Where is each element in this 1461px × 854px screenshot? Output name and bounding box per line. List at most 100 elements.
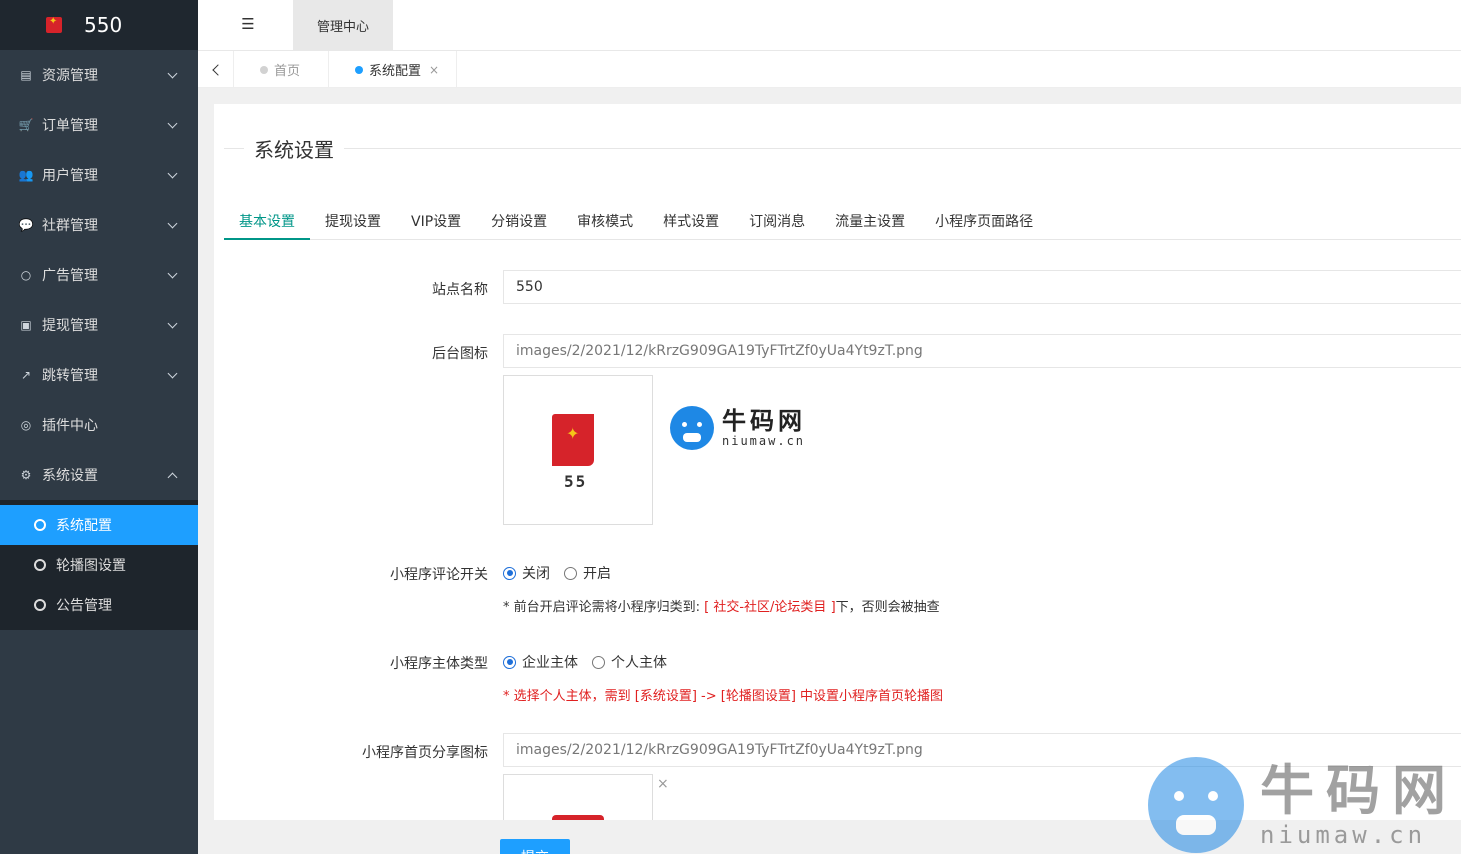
sidebar-item-label: 系统设置 xyxy=(42,468,98,484)
comment-switch-label: 小程序评论开关 xyxy=(390,567,488,583)
chevron-down-icon xyxy=(168,320,178,330)
logo-image xyxy=(552,414,594,466)
share-icon-label: 小程序首页分享图标 xyxy=(362,745,488,761)
entity-type-radios: 企业主体 个人主体 xyxy=(503,652,667,672)
tab-settings-2[interactable]: VIP设置 xyxy=(396,208,476,240)
circle-icon: ○ xyxy=(20,268,32,282)
hint-suffix: 下，否则会被抽查 xyxy=(835,600,940,615)
sidebar-item-label: 跳转管理 xyxy=(42,368,98,384)
radio-circle xyxy=(564,566,577,580)
sidebar-item-1[interactable]: 🛒 订单管理 xyxy=(0,100,198,150)
chevron-up-icon xyxy=(168,470,178,480)
logo[interactable]: 550 xyxy=(0,0,198,50)
page-tab-label: 系统配置 xyxy=(369,64,422,79)
page-tabs-bar: 首页 系统配置 × xyxy=(198,51,1461,88)
sidebar-item-2[interactable]: 👥 用户管理 xyxy=(0,150,198,200)
share-icon: ↗ xyxy=(20,368,32,382)
admin-icon-input[interactable]: images/2/2021/12/kRrzG909GA19TyFTrtZf0yU… xyxy=(503,334,1461,368)
submit-button[interactable]: 提交 xyxy=(500,839,570,854)
top-header: ☰ 管理中心 xyxy=(198,0,1461,51)
chevron-down-icon xyxy=(168,120,178,130)
settings-tabs: 基本设置 提现设置 VIP设置 分销设置 审核模式 样式设置 订阅消息 流量主设置 小程序页面路… xyxy=(224,208,1461,240)
entity-company-radio[interactable]: 企业主体 xyxy=(503,652,578,672)
sidebar-item-label: 订单管理 xyxy=(42,118,98,134)
entity-personal-radio[interactable]: 个人主体 xyxy=(592,652,667,672)
sidebar-item-label: 用户管理 xyxy=(42,168,98,184)
radio-circle xyxy=(503,566,516,580)
radio-label: 开启 xyxy=(583,566,611,582)
radio-circle xyxy=(503,655,516,669)
brand-title: 550 xyxy=(84,13,123,37)
radio-label: 企业主体 xyxy=(522,655,578,671)
logo-caption: 55 xyxy=(564,472,588,491)
tabs-scroll-left-button[interactable] xyxy=(198,51,234,88)
tab-dot-icon xyxy=(355,65,363,74)
comment-switch-hint: * 前台开启评论需将小程序归类到: [ 社交-社区/论坛类目 ]下，否则会被抽查 xyxy=(503,596,940,615)
sidebar-item-label: 广告管理 xyxy=(42,268,98,284)
sidebar-item-5[interactable]: ▣ 提现管理 xyxy=(0,300,198,350)
page-tab-label: 首页 xyxy=(274,64,301,79)
sidebar-item-6[interactable]: ↗ 跳转管理 xyxy=(0,350,198,400)
comment-off-radio[interactable]: 关闭 xyxy=(503,563,550,583)
sidebar-subnav: 系统配置轮播图设置公告管理 xyxy=(0,500,198,630)
close-tab-icon[interactable]: × xyxy=(429,63,439,77)
site-name-input[interactable]: 550 xyxy=(503,270,1461,304)
sidebar-subitem-label: 公告管理 xyxy=(56,598,112,614)
radio-label: 个人主体 xyxy=(611,655,667,671)
tab-admin-center[interactable]: 管理中心 xyxy=(293,0,393,51)
site-name-label: 站点名称 xyxy=(432,282,488,298)
entity-type-label: 小程序主体类型 xyxy=(390,656,488,672)
chevron-down-icon xyxy=(168,270,178,280)
sidebar-item-label: 插件中心 xyxy=(42,418,98,434)
circle-icon xyxy=(34,559,46,571)
admin-icon-label: 后台图标 xyxy=(432,346,488,362)
hint-highlight: [ 社交-社区/论坛类目 ] xyxy=(704,600,836,615)
tab-settings-8[interactable]: 小程序页面路径 xyxy=(920,208,1048,240)
settings-card: 系统设置 基本设置 提现设置 VIP设置 分销设置 审核模式 样式设置 订阅消息 流量主设置小… xyxy=(214,104,1461,820)
sidebar-item-0[interactable]: ▤ 资源管理 xyxy=(0,50,198,100)
sidebar-subitem-label: 轮播图设置 xyxy=(56,558,126,574)
tab-settings-7[interactable]: 流量主设置 xyxy=(820,208,920,240)
cart-icon: 🛒 xyxy=(18,118,34,132)
tab-settings-1[interactable]: 提现设置 xyxy=(310,208,396,240)
watermark-en: niumaw.cn xyxy=(1260,821,1427,849)
comment-on-radio[interactable]: 开启 xyxy=(564,563,611,583)
sidebar-subitem-label: 系统配置 xyxy=(56,518,112,534)
tab-settings-3[interactable]: 分销设置 xyxy=(476,208,562,240)
remove-image-icon[interactable]: × xyxy=(657,776,669,792)
book-icon: ▤ xyxy=(20,68,32,82)
sidebar-item-label: 提现管理 xyxy=(42,318,98,334)
chat-icon: 💬 xyxy=(18,218,34,232)
share-icon-preview xyxy=(503,774,653,820)
radio-label: 关闭 xyxy=(522,566,550,582)
users-icon: 👥 xyxy=(18,168,34,182)
watermark-small: 牛码网 niumaw.cn xyxy=(670,406,806,450)
tab-settings-6[interactable]: 订阅消息 xyxy=(734,208,820,240)
sidebar-subitem-2[interactable]: 公告管理 xyxy=(0,585,198,625)
tab-settings-5[interactable]: 样式设置 xyxy=(648,208,734,240)
hint-prefix: * 前台开启评论需将小程序归类到: xyxy=(503,600,705,615)
chevron-down-icon xyxy=(168,70,178,80)
sidebar-item-3[interactable]: 💬 社群管理 xyxy=(0,200,198,250)
sidebar-item-7[interactable]: ◎ 插件中心 xyxy=(0,400,198,450)
cow-face-icon xyxy=(670,406,714,450)
page-tab-home[interactable]: 首页 xyxy=(234,51,329,88)
chevron-down-icon xyxy=(168,170,178,180)
tab-dot-icon xyxy=(260,65,268,74)
tab-settings-0[interactable]: 基本设置 xyxy=(224,208,310,240)
sidebar-item-4[interactable]: ○ 广告管理 xyxy=(0,250,198,300)
entity-type-hint: * 选择个人主体，需到 [系统设置] -> [轮播图设置] 中设置小程序首页轮播… xyxy=(503,689,944,704)
sidebar-subitem-1[interactable]: 轮播图设置 xyxy=(0,545,198,585)
plugin-icon: ◎ xyxy=(20,418,32,432)
sidebar-nav: ▤ 资源管理 🛒 订单管理 👥 用户管理 💬 社群管理 ○ 广告管理 ▣ 提现管理 ↗ 跳转管理 ◎ 插件中心… xyxy=(0,50,198,630)
radio-circle xyxy=(592,655,605,669)
menu-toggle-icon[interactable]: ☰ xyxy=(238,14,258,34)
cow-face-icon xyxy=(1148,757,1244,853)
circle-icon xyxy=(34,519,46,531)
gear-icon: ⚙ xyxy=(20,468,32,482)
watermark-large: 牛码网 niumaw.cn xyxy=(1148,757,1458,853)
page-tab-system-config[interactable]: 系统配置 × xyxy=(329,51,457,88)
sidebar-item-8[interactable]: ⚙ 系统设置 xyxy=(0,450,198,500)
sidebar-subitem-0[interactable]: 系统配置 xyxy=(0,505,198,545)
tab-settings-4[interactable]: 审核模式 xyxy=(562,208,648,240)
